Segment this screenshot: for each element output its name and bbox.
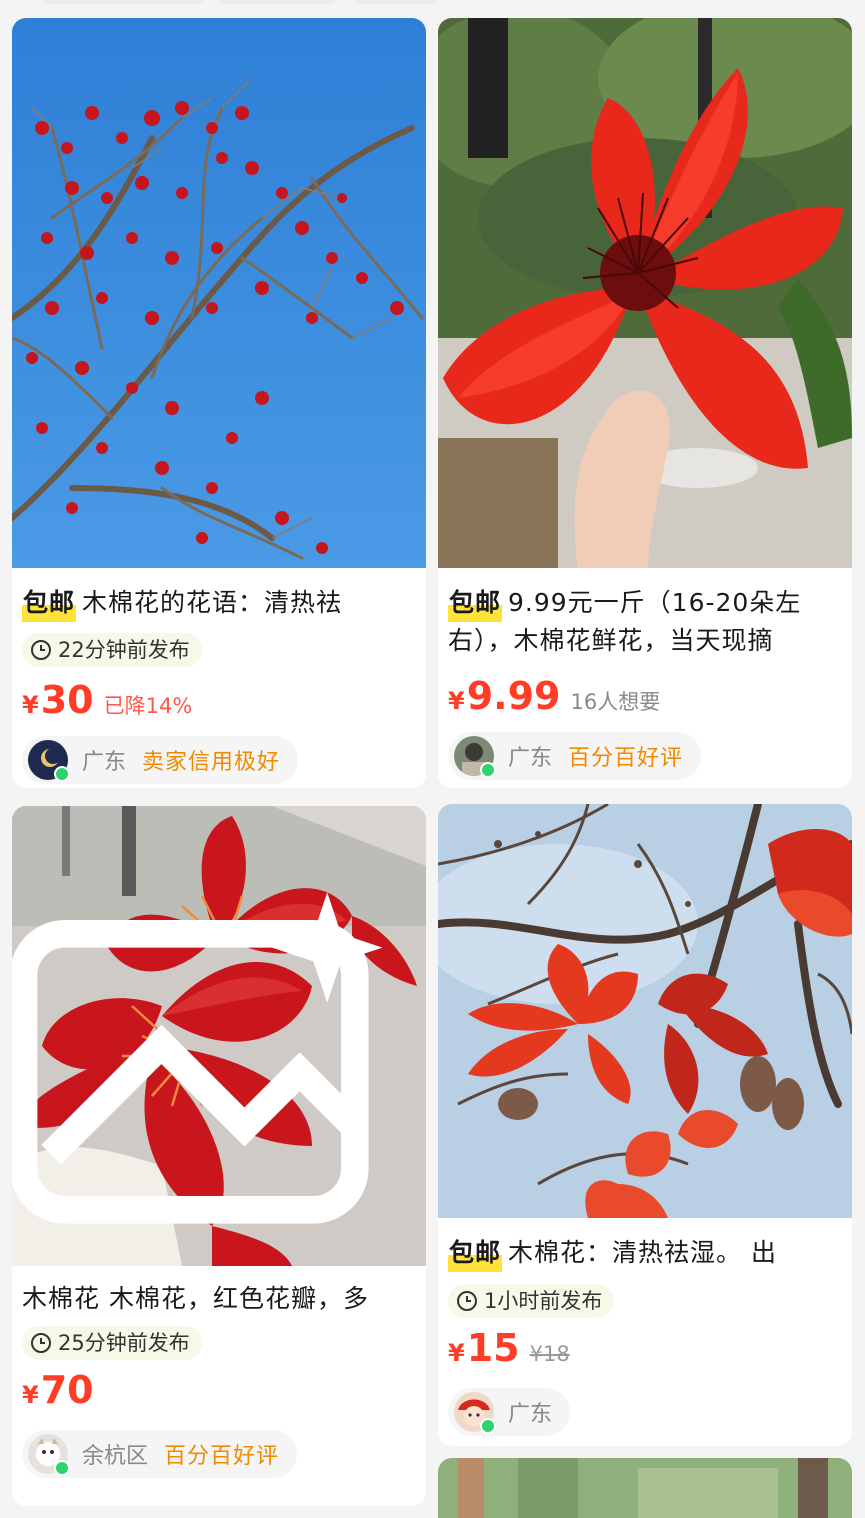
free-shipping-badge: 包邮 [448, 584, 503, 622]
listing-title[interactable]: 包邮 木棉花：清热祛湿。 出 [448, 1234, 840, 1272]
previous-tag-stub [218, 0, 338, 4]
price-value: 15 [466, 1326, 520, 1370]
publish-time: 1小时前发布 [448, 1284, 615, 1318]
online-status-dot [54, 766, 70, 782]
seller-location: 广东 [508, 1402, 553, 1427]
listing-card[interactable]: 包邮 木棉花的花语：清热祛 22分钟前发布 ¥ 30 已降14% 广东 卖家信用极… [12, 18, 426, 788]
listing-card[interactable]: 木棉花 木棉花，红色花瓣，多 25分钟前发布 ¥ 70 余杭区 百分百好评 [12, 806, 426, 1506]
listing-title-text: 木棉花：清热祛湿。 出 [508, 1238, 777, 1267]
listing-title-text: 木棉花的花语：清热祛 [82, 588, 343, 617]
price-value: 70 [40, 1368, 94, 1412]
avatar[interactable] [454, 1392, 496, 1434]
previous-tag-stub [40, 0, 205, 4]
seller-tag: 百分百好评 [164, 1444, 280, 1469]
seller-location: 广东 [82, 750, 127, 775]
want-count: 16人想要 [570, 690, 661, 714]
online-status-dot [54, 1460, 70, 1476]
clock-icon [31, 1333, 51, 1353]
listing-title[interactable]: 包邮 木棉花的花语：清热祛 [22, 584, 414, 622]
currency-symbol: ¥ [448, 1339, 465, 1367]
gallery-icon [12, 892, 383, 1224]
original-price: ¥18 [529, 1342, 570, 1366]
price-value: 30 [40, 678, 94, 722]
price-drop-note: 已降14% [103, 694, 193, 718]
publish-time-text: 22分钟前发布 [58, 638, 190, 662]
currency-symbol: ¥ [22, 691, 39, 719]
publish-time: 25分钟前发布 [22, 1326, 202, 1360]
listing-title[interactable]: 木棉花 木棉花，红色花瓣，多 [22, 1280, 414, 1318]
avatar[interactable] [28, 740, 70, 782]
publish-time-text: 1小时前发布 [484, 1289, 603, 1313]
listing-card[interactable] [438, 1458, 852, 1518]
avatar[interactable] [28, 1434, 70, 1476]
seller-tag: 卖家信用极好 [142, 750, 281, 775]
free-shipping-badge: 包邮 [448, 1234, 503, 1272]
price: ¥ 9.99 16人想要 [448, 674, 660, 718]
free-shipping-badge: 包邮 [22, 584, 77, 622]
seller-location: 广东 [508, 746, 553, 771]
listing-image[interactable] [12, 18, 426, 568]
seller-info[interactable]: 广东 [448, 1388, 571, 1436]
price: ¥ 30 已降14% [22, 678, 192, 722]
listing-title-text: 木棉花 木棉花，红色花瓣，多 [22, 1284, 369, 1313]
listing-title[interactable]: 包邮 9.99元一斤（16-20朵左右），木棉花鲜花，当天现摘 [448, 584, 840, 660]
listing-image[interactable] [438, 1458, 852, 1518]
listing-card[interactable]: 包邮 9.99元一斤（16-20朵左右），木棉花鲜花，当天现摘 ¥ 9.99 16… [438, 18, 852, 788]
publish-time-text: 25分钟前发布 [58, 1331, 190, 1355]
price: ¥ 70 [22, 1368, 94, 1412]
publish-time: 22分钟前发布 [22, 633, 202, 667]
listing-card[interactable]: 包邮 木棉花：清热祛湿。 出 1小时前发布 ¥ 15 ¥18 广东 [438, 804, 852, 1446]
seller-info[interactable]: 余杭区 百分百好评 [22, 1430, 298, 1478]
online-status-dot [480, 1418, 496, 1434]
listing-image[interactable] [438, 804, 852, 1218]
clock-icon [457, 1291, 477, 1311]
seller-location: 余杭区 [82, 1444, 149, 1469]
avatar[interactable] [454, 736, 496, 778]
price: ¥ 15 ¥18 [448, 1326, 570, 1370]
currency-symbol: ¥ [448, 687, 465, 715]
listing-image[interactable] [12, 806, 426, 1266]
listing-image[interactable] [438, 18, 852, 568]
currency-symbol: ¥ [22, 1381, 39, 1409]
clock-icon [31, 640, 51, 660]
previous-tag-stub [352, 0, 440, 4]
seller-tag: 百分百好评 [568, 746, 684, 771]
seller-info[interactable]: 广东 卖家信用极好 [22, 736, 299, 784]
price-value: 9.99 [466, 674, 561, 718]
online-status-dot [480, 762, 496, 778]
seller-info[interactable]: 广东 百分百好评 [448, 732, 702, 780]
